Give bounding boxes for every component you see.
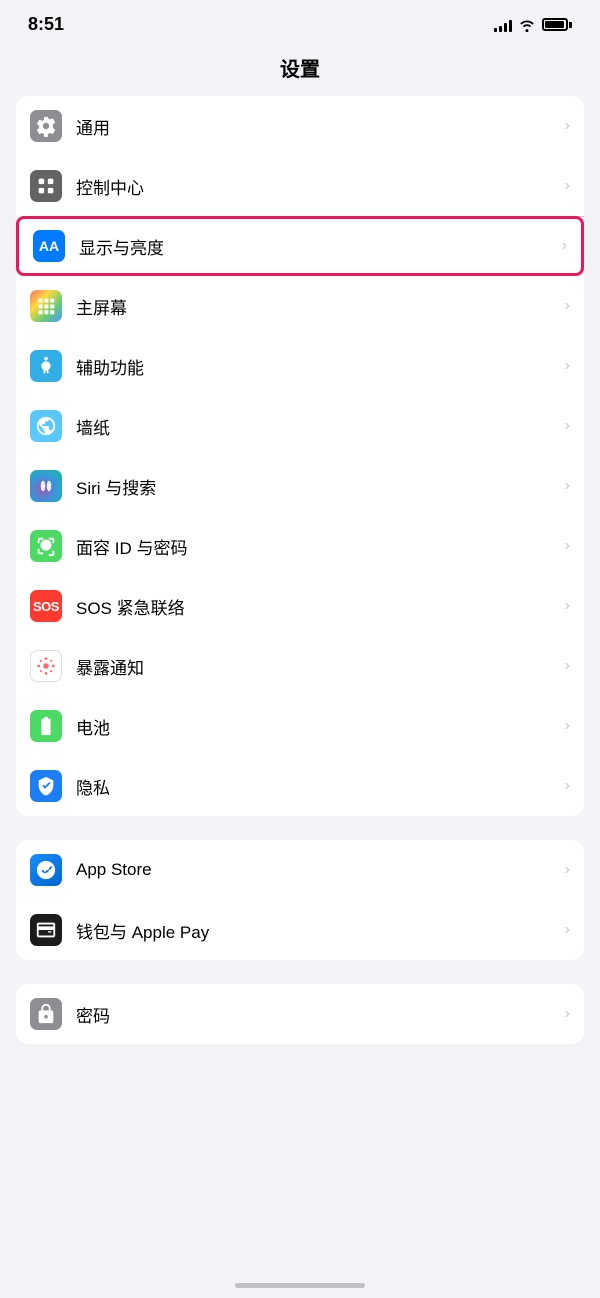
status-bar: 8:51	[0, 0, 600, 43]
sos-chevron: ›	[565, 597, 570, 615]
siri-icon	[30, 470, 62, 502]
settings-row-password[interactable]: 密码 ›	[16, 984, 584, 1044]
accessibility-label: 辅助功能	[76, 354, 557, 379]
page-title: 设置	[0, 43, 600, 96]
home-indicator	[235, 1283, 365, 1288]
appstore-icon	[30, 854, 62, 886]
appstore-label: App Store	[76, 860, 557, 880]
display-label: 显示与亮度	[79, 234, 554, 259]
exposure-icon	[30, 650, 62, 682]
settings-row-wallet[interactable]: 钱包与 Apple Pay ›	[16, 900, 584, 960]
settings-row-accessibility[interactable]: 辅助功能 ›	[16, 336, 584, 396]
general-label: 通用	[76, 114, 557, 139]
accessibility-chevron: ›	[565, 357, 570, 375]
settings-row-homescreen[interactable]: 主屏幕 ›	[16, 276, 584, 336]
settings-row-appstore[interactable]: App Store ›	[16, 840, 584, 900]
faceid-chevron: ›	[565, 537, 570, 555]
password-label: 密码	[76, 1002, 557, 1027]
display-chevron: ›	[562, 237, 567, 255]
accessibility-icon	[30, 350, 62, 382]
siri-label: Siri 与搜索	[76, 474, 557, 499]
privacy-chevron: ›	[565, 777, 570, 795]
wallet-label: 钱包与 Apple Pay	[76, 918, 557, 943]
password-chevron: ›	[565, 1005, 570, 1023]
homescreen-icon	[30, 290, 62, 322]
appstore-chevron: ›	[565, 861, 570, 879]
wallpaper-icon	[30, 410, 62, 442]
control-icon	[30, 170, 62, 202]
settings-row-privacy[interactable]: 隐私 ›	[16, 756, 584, 816]
settings-row-wallpaper[interactable]: 墙纸 ›	[16, 396, 584, 456]
battery-label: 电池	[76, 714, 557, 739]
wallpaper-label: 墙纸	[76, 414, 557, 439]
battery-icon	[542, 18, 572, 31]
general-icon	[30, 110, 62, 142]
faceid-label: 面容 ID 与密码	[76, 534, 557, 559]
homescreen-label: 主屏幕	[76, 294, 557, 319]
battery-row-icon	[30, 710, 62, 742]
settings-section-passwords: 密码 ›	[16, 984, 584, 1044]
settings-row-siri[interactable]: Siri 与搜索 ›	[16, 456, 584, 516]
settings-row-battery[interactable]: 电池 ›	[16, 696, 584, 756]
wifi-icon	[518, 18, 536, 32]
signal-bars-icon	[494, 18, 512, 32]
general-chevron: ›	[565, 117, 570, 135]
faceid-icon	[30, 530, 62, 562]
display-icon: AA	[33, 230, 65, 262]
sos-label: SOS 紧急联络	[76, 594, 557, 619]
control-chevron: ›	[565, 177, 570, 195]
homescreen-chevron: ›	[565, 297, 570, 315]
password-icon	[30, 998, 62, 1030]
settings-row-faceid[interactable]: 面容 ID 与密码 ›	[16, 516, 584, 576]
settings-row-display[interactable]: AA 显示与亮度 ›	[16, 216, 584, 276]
settings-section-store: App Store › 钱包与 Apple Pay ›	[16, 840, 584, 960]
wallet-chevron: ›	[565, 921, 570, 939]
settings-row-general[interactable]: 通用 ›	[16, 96, 584, 156]
privacy-icon	[30, 770, 62, 802]
settings-row-exposure[interactable]: 暴露通知 ›	[16, 636, 584, 696]
settings-section-general: 通用 › 控制中心 › AA 显示与亮度 ›	[16, 96, 584, 816]
wallet-icon	[30, 914, 62, 946]
status-time: 8:51	[28, 14, 64, 35]
control-label: 控制中心	[76, 174, 557, 199]
status-icons	[494, 18, 572, 32]
settings-row-control[interactable]: 控制中心 ›	[16, 156, 584, 216]
settings-row-sos[interactable]: SOS SOS 紧急联络 ›	[16, 576, 584, 636]
battery-chevron: ›	[565, 717, 570, 735]
privacy-label: 隐私	[76, 774, 557, 799]
siri-chevron: ›	[565, 477, 570, 495]
exposure-label: 暴露通知	[76, 654, 557, 679]
wallpaper-chevron: ›	[565, 417, 570, 435]
sos-icon: SOS	[30, 590, 62, 622]
exposure-chevron: ›	[565, 657, 570, 675]
